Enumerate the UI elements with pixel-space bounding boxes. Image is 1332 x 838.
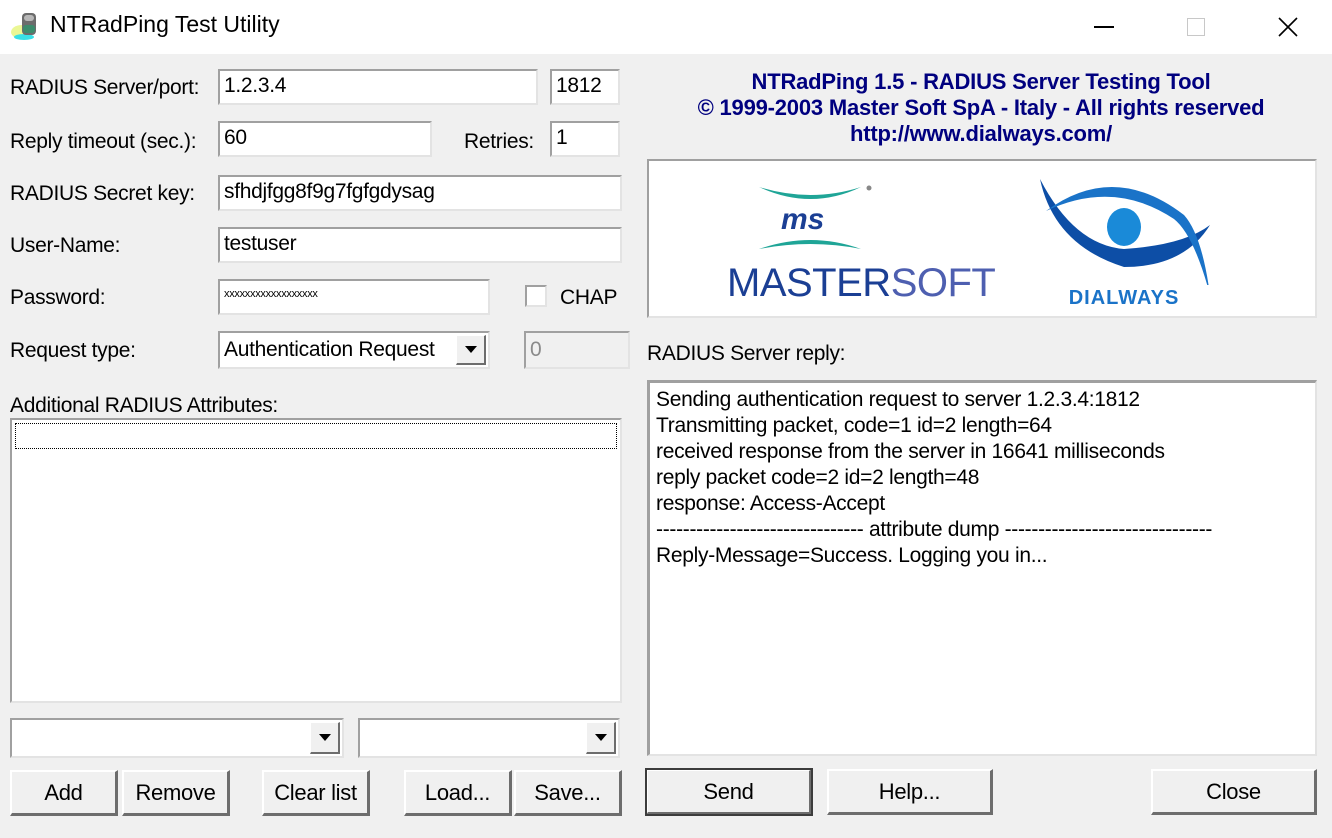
add-button[interactable]: Add <box>10 770 118 816</box>
load-button[interactable]: Load... <box>404 770 512 816</box>
remove-button[interactable]: Remove <box>122 770 230 816</box>
timeout-label: Reply timeout (sec.): <box>10 130 197 153</box>
save-button[interactable]: Save... <box>514 770 622 816</box>
mastersoft-bold: MASTER <box>727 261 891 305</box>
logo-panel: ms MASTERSOFT DIALWAYS <box>647 159 1317 318</box>
username-label: User-Name: <box>10 234 121 257</box>
port-input[interactable]: 1812 <box>550 69 620 105</box>
banner-url[interactable]: http://www.dialways.com/ <box>646 121 1316 147</box>
minimize-button[interactable] <box>1058 0 1150 54</box>
maximize-button[interactable] <box>1150 0 1242 54</box>
mastersoft-light: SOFT <box>890 261 996 305</box>
secret-label: RADIUS Secret key: <box>10 182 195 205</box>
timeout-input[interactable]: 60 <box>218 121 432 157</box>
list-focus-row <box>15 423 617 449</box>
reply-line: reply packet code=2 id=2 length=48 <box>656 466 980 489</box>
dialways-wordmark: DIALWAYS <box>1068 287 1180 309</box>
app-icon <box>10 10 40 42</box>
send-button[interactable]: Send <box>645 768 813 816</box>
reply-label: RADIUS Server reply: <box>647 342 846 365</box>
request-extra-input: 0 <box>524 331 630 369</box>
window-title: NTRadPing Test Utility <box>50 11 280 37</box>
attributes-list[interactable] <box>10 418 622 703</box>
username-input[interactable]: testuser <box>218 227 622 263</box>
password-label: Password: <box>10 286 106 309</box>
request-type-select[interactable]: Authentication Request <box>218 331 490 369</box>
attribute-name-combo[interactable] <box>10 718 344 758</box>
reply-line: received response from the server in 166… <box>656 440 1165 463</box>
server-input[interactable]: 1.2.3.4 <box>218 69 538 105</box>
attribute-value-combo[interactable] <box>358 718 620 758</box>
reply-line: ------------------------------- attribut… <box>656 518 1213 541</box>
banner-title: NTRadPing 1.5 - RADIUS Server Testing To… <box>751 69 1211 94</box>
chevron-down-icon <box>318 734 331 741</box>
reply-line: Reply-Message=Success. Logging you in... <box>656 544 1048 567</box>
maximize-icon <box>1187 18 1205 36</box>
attribute-name-dropdown-button[interactable] <box>310 722 340 754</box>
retries-label: Retries: <box>464 130 534 153</box>
mastersoft-wordmark: MASTERSOFT <box>727 261 996 305</box>
chap-checkbox[interactable] <box>525 285 547 307</box>
attribute-value-dropdown-button[interactable] <box>586 722 616 754</box>
reply-line: Sending authentication request to server… <box>656 388 1140 411</box>
reply-line: response: Access-Accept <box>656 492 885 515</box>
attributes-label: Additional RADIUS Attributes: <box>10 394 278 417</box>
chevron-down-icon <box>594 734 607 741</box>
close-window-button[interactable] <box>1242 0 1332 54</box>
close-icon <box>1278 17 1298 37</box>
dialways-logo: DIALWAYS <box>1034 175 1214 315</box>
reply-output[interactable]: Sending authentication request to server… <box>647 380 1317 756</box>
banner-copyright: © 1999-2003 Master Soft SpA - Italy - Al… <box>697 95 1265 120</box>
ms-mark: ms <box>781 203 825 236</box>
help-button[interactable]: Help... <box>827 769 993 815</box>
secret-input[interactable]: sfhdjfgg8f9g7fgfgdysag <box>218 175 622 211</box>
mastersoft-logo: ms MASTERSOFT <box>719 181 1009 311</box>
server-label: RADIUS Server/port: <box>10 76 200 99</box>
chevron-down-icon <box>464 346 477 353</box>
chap-label: CHAP <box>560 286 618 309</box>
close-button[interactable]: Close <box>1151 769 1317 815</box>
request-type-value: Authentication Request <box>224 338 435 361</box>
reply-line: Transmitting packet, code=1 id=2 length=… <box>656 414 1052 437</box>
password-input[interactable]: xxxxxxxxxxxxxxxxxx <box>218 279 490 315</box>
request-type-dropdown-button[interactable] <box>456 335 486 365</box>
minimize-icon <box>1094 26 1114 28</box>
retries-input[interactable]: 1 <box>550 121 620 157</box>
title-bar: NTRadPing Test Utility <box>0 0 1332 54</box>
request-type-label: Request type: <box>10 339 136 362</box>
clear-list-button[interactable]: Clear list <box>262 770 370 816</box>
